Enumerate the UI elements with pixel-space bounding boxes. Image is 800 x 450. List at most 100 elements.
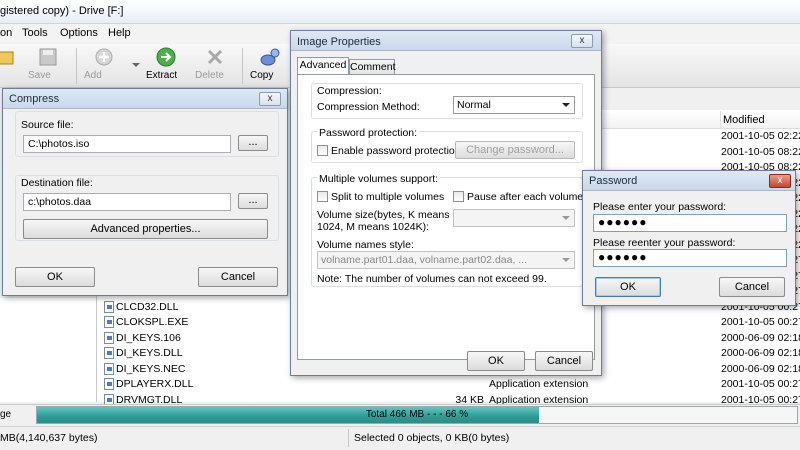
volume-names-select[interactable]: volname.part01.daa, volname.part02.daa, … bbox=[317, 251, 575, 269]
status-total: MB(4,140,637 bytes) bbox=[0, 432, 98, 444]
file-name: DI_KEYS.DLL bbox=[116, 347, 183, 359]
file-modified: 2001-10-05 00:27 bbox=[721, 316, 800, 328]
tab-advanced[interactable]: Advanced bbox=[297, 57, 349, 75]
pause-volume-checkbox[interactable] bbox=[453, 191, 464, 202]
file-modified: 2000-06-09 02:18 bbox=[721, 362, 800, 375]
compress-title: Compress bbox=[9, 93, 60, 105]
status-separator bbox=[348, 429, 349, 447]
reenter-password-field[interactable]: ●●●●●● bbox=[593, 249, 787, 267]
file-icon bbox=[104, 362, 114, 375]
add-dropdown-icon[interactable] bbox=[132, 63, 140, 67]
destination-label: Destination file: bbox=[21, 177, 93, 189]
window-title: gistered copy) - Drive [F:] bbox=[0, 5, 124, 17]
main-titlebar: gistered copy) - Drive [F:] bbox=[0, 0, 800, 24]
volumes-group-label: Multiple volumes support: bbox=[317, 173, 441, 185]
column-header-name[interactable] bbox=[596, 111, 720, 129]
file-name: CLOKSPL.EXE bbox=[116, 316, 189, 328]
compress-ok-button[interactable]: OK bbox=[15, 267, 95, 287]
enter-password-field[interactable]: ●●●●●● bbox=[593, 214, 787, 232]
source-label: Source file: bbox=[21, 119, 74, 131]
enable-password-checkbox[interactable] bbox=[317, 145, 328, 156]
save-icon bbox=[39, 48, 57, 66]
password-group-label: Password protection: bbox=[317, 127, 420, 139]
file-type: Application extension bbox=[489, 378, 589, 390]
menu-help[interactable]: Help bbox=[108, 27, 131, 39]
file-modified: 2000-06-09 02:18 bbox=[721, 347, 800, 359]
progress-text: Total 466 MB - - - 66 % bbox=[365, 409, 469, 420]
destination-browse-button[interactable]: ... bbox=[238, 193, 268, 209]
status-bar: MB(4,140,637 bytes) Selected 0 objects, … bbox=[0, 426, 800, 450]
extract-button[interactable]: Extract bbox=[146, 46, 186, 86]
volume-size-label: Volume size(bytes, K means 1024, M means… bbox=[317, 209, 450, 233]
enable-password-label: Enable password protection bbox=[331, 145, 461, 157]
file-name: DI_KEYS.NEC bbox=[116, 362, 186, 375]
change-password-button[interactable]: Change password... bbox=[455, 141, 575, 159]
open-icon bbox=[0, 51, 14, 65]
pause-volume-label: Pause after each volume bbox=[467, 191, 584, 203]
properties-title: Image Properties bbox=[297, 36, 381, 48]
file-icon bbox=[104, 316, 114, 328]
status-selected: Selected 0 objects, 0 KB(0 bytes) bbox=[354, 432, 510, 444]
password-ok-button[interactable]: OK bbox=[595, 277, 661, 297]
file-icon bbox=[104, 347, 114, 359]
add-icon bbox=[95, 48, 113, 66]
password-title: Password bbox=[589, 175, 638, 187]
compression-method-label: Compression Method: bbox=[317, 101, 420, 113]
password-cancel-button[interactable]: Cancel bbox=[719, 277, 785, 297]
compress-close-button[interactable]: x bbox=[259, 92, 281, 106]
extract-icon bbox=[156, 47, 176, 67]
tab-comment[interactable]: Comment bbox=[349, 59, 396, 75]
image-properties-dialog: Image Properties x Advanced Comment Comp… bbox=[290, 30, 602, 376]
compress-dialog: Compress x Source file: C:\photos.iso ..… bbox=[2, 88, 288, 296]
copy-icon bbox=[260, 48, 280, 66]
column-header-modified[interactable]: Modified bbox=[720, 111, 800, 129]
enter-password-label: Please enter your password: bbox=[593, 201, 727, 213]
delete-button[interactable]: Delete bbox=[195, 46, 235, 86]
compression-group-label: Compression: bbox=[317, 85, 382, 97]
menu-action[interactable]: on bbox=[0, 27, 12, 39]
toolbar-separator bbox=[242, 48, 243, 84]
menu-tools[interactable]: Tools bbox=[22, 27, 48, 39]
file-icon bbox=[104, 300, 114, 313]
volume-size-select[interactable] bbox=[453, 209, 575, 227]
compress-titlebar: Compress x bbox=[3, 89, 287, 109]
properties-close-button[interactable]: x bbox=[571, 34, 593, 48]
file-name: DPLAYERX.DLL bbox=[116, 378, 194, 390]
file-modified: 2001-10-05 02:22 bbox=[721, 130, 800, 142]
add-button[interactable]: Add bbox=[84, 46, 124, 86]
source-browse-button[interactable]: ... bbox=[238, 135, 268, 151]
file-name: CLCD32.DLL bbox=[116, 300, 179, 313]
file-icon bbox=[104, 378, 114, 390]
chevron-down-icon bbox=[562, 103, 570, 107]
password-close-button[interactable]: x bbox=[769, 174, 791, 188]
password-dialog: Password x Please enter your password: ●… bbox=[582, 170, 796, 306]
password-titlebar: Password x bbox=[583, 171, 795, 191]
chevron-down-icon bbox=[562, 258, 570, 262]
split-volumes-checkbox[interactable] bbox=[317, 191, 328, 202]
volume-note: Note: The number of volumes can not exce… bbox=[317, 273, 547, 285]
copy-button[interactable]: Copy bbox=[250, 46, 290, 86]
split-volumes-label: Split to multiple volumes bbox=[331, 191, 445, 203]
advanced-properties-button[interactable]: Advanced properties... bbox=[23, 219, 268, 239]
folder-tree[interactable] bbox=[0, 298, 96, 402]
open-button[interactable]: en bbox=[0, 46, 26, 86]
table-row[interactable]: DPLAYERX.DLL Application extension 2001-10… bbox=[100, 377, 800, 393]
save-button[interactable]: Save bbox=[28, 46, 68, 86]
file-modified: 2001-10-05 08:22 bbox=[721, 145, 800, 158]
properties-titlebar: Image Properties x bbox=[291, 31, 601, 51]
progress-label: ge bbox=[0, 409, 12, 420]
menu-options[interactable]: Options bbox=[60, 27, 98, 39]
reenter-password-label: Please reenter your password: bbox=[593, 237, 736, 249]
properties-cancel-button[interactable]: Cancel bbox=[535, 351, 593, 371]
toolbar-separator bbox=[76, 48, 77, 84]
compression-method-select[interactable]: Normal bbox=[453, 96, 575, 114]
volume-names-label: Volume names style: bbox=[317, 239, 414, 251]
file-name: DI_KEYS.106 bbox=[116, 331, 181, 344]
file-icon bbox=[104, 331, 114, 344]
compress-cancel-button[interactable]: Cancel bbox=[198, 267, 278, 287]
source-field[interactable]: C:\photos.iso bbox=[23, 135, 231, 153]
file-modified: 2001-10-05 00:27 bbox=[721, 378, 800, 390]
file-modified: 2000-06-09 02:18 bbox=[721, 331, 800, 344]
destination-field[interactable]: c:\photos.daa bbox=[23, 193, 231, 211]
properties-ok-button[interactable]: OK bbox=[467, 351, 525, 371]
